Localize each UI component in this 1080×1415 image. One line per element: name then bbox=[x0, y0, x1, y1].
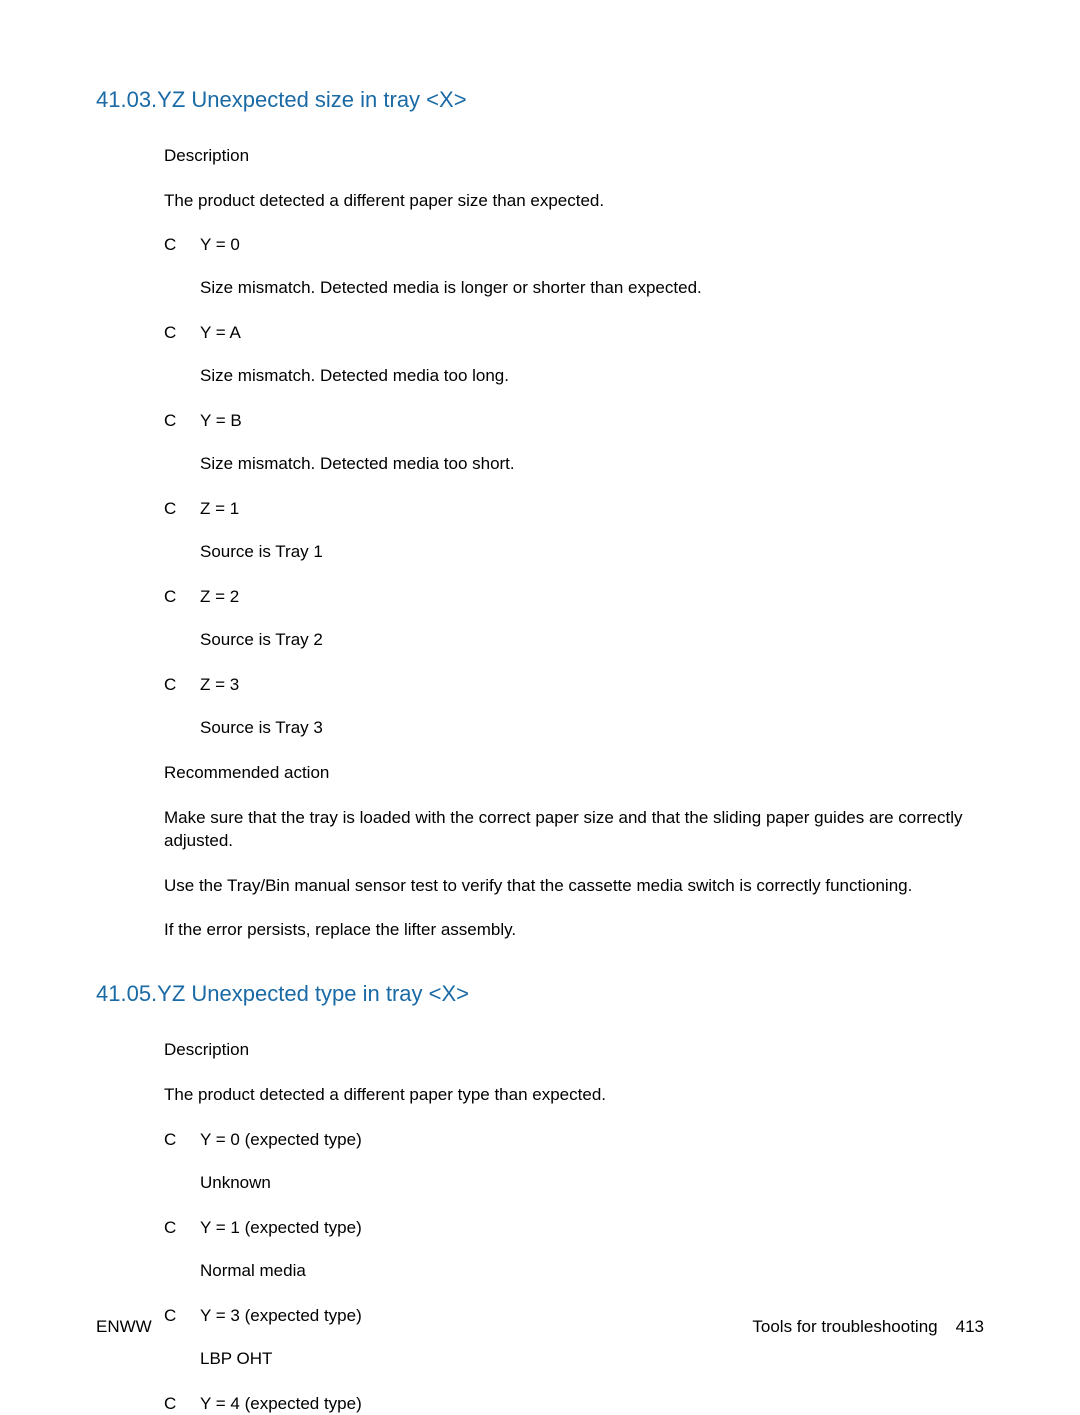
bullet-marker: C bbox=[164, 674, 200, 697]
document-page: 41.03.YZ Unexpected size in tray <X> Des… bbox=[0, 0, 1080, 1397]
list-item: C Y = 0 bbox=[164, 234, 984, 257]
bullet-label: Y = 1 (expected type) bbox=[200, 1217, 984, 1240]
bullet-label: Y = B bbox=[200, 410, 984, 433]
section-heading-1: 41.03.YZ Unexpected size in tray <X> bbox=[96, 86, 984, 115]
description-label: Description bbox=[164, 1039, 984, 1062]
page-footer: ENWW Tools for troubleshooting 413 bbox=[96, 1317, 984, 1337]
bullet-detail: Source is Tray 3 bbox=[200, 717, 984, 740]
section-heading-2: 41.05.YZ Unexpected type in tray <X> bbox=[96, 980, 984, 1009]
bullet-label: Y = A bbox=[200, 322, 984, 345]
bullet-marker: C bbox=[164, 586, 200, 609]
recommended-action-label: Recommended action bbox=[164, 762, 984, 785]
list-item: C Z = 3 bbox=[164, 674, 984, 697]
bullet-marker: C bbox=[164, 1393, 200, 1415]
bullet-detail: Size mismatch. Detected media too long. bbox=[200, 365, 984, 388]
list-item: C Y = 4 (expected type) bbox=[164, 1393, 984, 1415]
bullet-label: Y = 0 bbox=[200, 234, 984, 257]
bullet-marker: C bbox=[164, 234, 200, 257]
bullet-detail: Source is Tray 1 bbox=[200, 541, 984, 564]
section-content-2: Description The product detected a diffe… bbox=[164, 1039, 984, 1415]
bullet-marker: C bbox=[164, 498, 200, 521]
recommended-action-text: Make sure that the tray is loaded with t… bbox=[164, 807, 984, 853]
list-item: C Y = B bbox=[164, 410, 984, 433]
footer-section-title: Tools for troubleshooting bbox=[752, 1317, 937, 1337]
bullet-detail: Unknown bbox=[200, 1172, 984, 1195]
bullet-label: Z = 1 bbox=[200, 498, 984, 521]
footer-left: ENWW bbox=[96, 1317, 152, 1337]
page-number: 413 bbox=[956, 1317, 984, 1337]
bullet-detail: Normal media bbox=[200, 1260, 984, 1283]
footer-right: Tools for troubleshooting 413 bbox=[752, 1317, 984, 1337]
description-text: The product detected a different paper s… bbox=[164, 190, 984, 213]
recommended-action-text: Use the Tray/Bin manual sensor test to v… bbox=[164, 875, 984, 898]
bullet-marker: C bbox=[164, 1217, 200, 1240]
bullet-marker: C bbox=[164, 1129, 200, 1152]
description-text: The product detected a different paper t… bbox=[164, 1084, 984, 1107]
bullet-detail: LBP OHT bbox=[200, 1348, 984, 1371]
bullet-marker: C bbox=[164, 410, 200, 433]
recommended-action-text: If the error persists, replace the lifte… bbox=[164, 919, 984, 942]
list-item: C Y = A bbox=[164, 322, 984, 345]
bullet-detail: Source is Tray 2 bbox=[200, 629, 984, 652]
list-item: C Y = 1 (expected type) bbox=[164, 1217, 984, 1240]
bullet-marker: C bbox=[164, 322, 200, 345]
list-item: C Z = 1 bbox=[164, 498, 984, 521]
bullet-label: Z = 3 bbox=[200, 674, 984, 697]
bullet-label: Y = 0 (expected type) bbox=[200, 1129, 984, 1152]
bullet-detail: Size mismatch. Detected media is longer … bbox=[200, 277, 984, 300]
description-label: Description bbox=[164, 145, 984, 168]
bullet-label: Y = 4 (expected type) bbox=[200, 1393, 984, 1415]
list-item: C Y = 0 (expected type) bbox=[164, 1129, 984, 1152]
bullet-detail: Size mismatch. Detected media too short. bbox=[200, 453, 984, 476]
list-item: C Z = 2 bbox=[164, 586, 984, 609]
bullet-label: Z = 2 bbox=[200, 586, 984, 609]
section-content-1: Description The product detected a diffe… bbox=[164, 145, 984, 943]
